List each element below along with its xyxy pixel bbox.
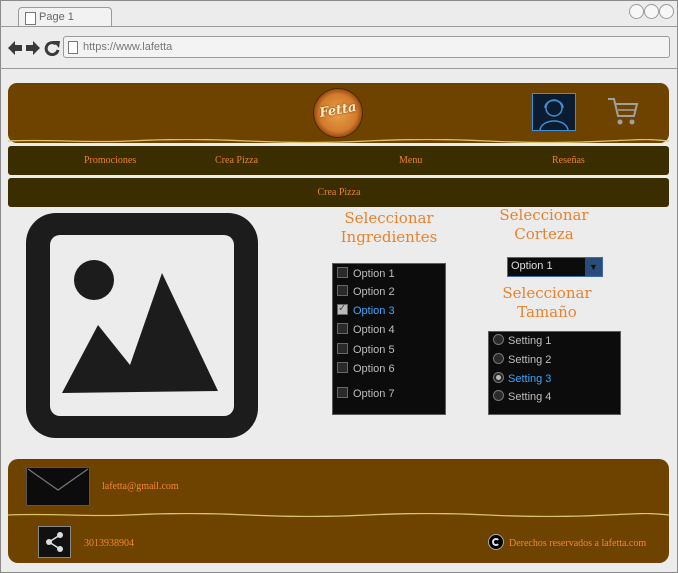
checkbox-icon[interactable] [337, 323, 348, 334]
nav-item-menu[interactable]: Menu [399, 155, 422, 166]
contact-phone: 3013938904 [84, 538, 134, 549]
size-option[interactable]: Setting 1 [493, 334, 551, 348]
mail-icon[interactable] [26, 467, 90, 506]
browser-tab[interactable]: Page 1 [18, 7, 112, 27]
header-wave-divider [8, 139, 669, 143]
chevron-down-icon[interactable]: ▼ [585, 258, 602, 276]
shopping-cart-icon[interactable] [606, 95, 640, 127]
footer-wave-divider [8, 513, 669, 517]
ingredient-option[interactable]: Option 5 [337, 343, 395, 357]
radio-icon[interactable] [493, 353, 504, 364]
pizza-logo[interactable]: Fetta [313, 88, 363, 138]
radio-icon[interactable] [493, 390, 504, 401]
page-icon [68, 41, 78, 54]
size-option[interactable]: Setting 4 [493, 390, 551, 404]
ingredients-heading-line-2: Ingredientes [340, 228, 438, 246]
reload-icon[interactable] [44, 41, 60, 56]
crust-heading-line-2: Corteza [514, 225, 574, 243]
size-radio-list: Setting 1 Setting 2 Setting 3 Setting 4 [488, 331, 621, 415]
address-bar[interactable]: https://www.lafetta [63, 36, 670, 58]
copyright-text: Derechos reservados a lafetta.com [509, 538, 647, 549]
share-icon[interactable] [38, 526, 71, 558]
size-heading-line-2: Tamaño [517, 303, 577, 321]
size-heading: Seleccionar Tamaño [497, 284, 597, 322]
logo-text: Fetta [318, 99, 358, 122]
radio-icon[interactable] [493, 334, 504, 345]
ingredient-option[interactable]: Option 2 [337, 285, 395, 299]
ingredient-option[interactable]: Option 4 [337, 323, 395, 337]
crust-select[interactable]: Option 1 ▼ [507, 257, 603, 277]
window-button-close[interactable] [659, 4, 674, 19]
crust-select-value: Option 1 [511, 260, 553, 272]
back-arrow-icon[interactable] [8, 41, 22, 55]
ingredients-heading-line-1: Seleccionar [344, 209, 434, 227]
size-option[interactable]: Setting 2 [493, 353, 551, 367]
section-title: Crea Pizza [317, 187, 361, 198]
image-placeholder-icon [26, 213, 258, 438]
ingredients-checkbox-list: Option 1 Option 2 Option 3 Option 4 Opti… [332, 263, 446, 415]
nav-item-resenas[interactable]: Reseñas [552, 155, 585, 166]
nav-item-crea-pizza[interactable]: Crea Pizza [215, 155, 258, 166]
tab-title: Page 1 [39, 11, 74, 23]
browser-nav-controls [8, 41, 60, 56]
nav-item-promociones[interactable]: Promociones [84, 155, 136, 166]
ingredient-option[interactable]: Option 3 [337, 302, 395, 318]
crust-heading: Seleccionar Corteza [494, 206, 594, 244]
toolbar-divider [0, 68, 678, 69]
ingredients-heading: Seleccionar Ingredientes [330, 209, 448, 247]
size-heading-line-1: Seleccionar [502, 284, 592, 302]
window-button-minimize[interactable] [629, 4, 644, 19]
ingredient-option[interactable]: Option 7 [337, 387, 395, 401]
checkbox-icon[interactable] [337, 343, 348, 354]
checkbox-icon[interactable] [337, 387, 348, 398]
crust-heading-line-1: Seleccionar [499, 206, 589, 224]
checkbox-checked-icon[interactable] [337, 302, 348, 316]
checkbox-icon[interactable] [337, 267, 348, 278]
user-avatar-icon[interactable] [532, 93, 576, 131]
radio-selected-icon[interactable] [493, 372, 504, 383]
copyright-icon [488, 534, 504, 550]
window-button-maximize[interactable] [644, 4, 659, 19]
size-option[interactable]: Setting 3 [493, 372, 551, 386]
checkbox-icon[interactable] [337, 362, 348, 373]
tab-divider [0, 26, 678, 27]
url-text: https://www.lafetta [83, 41, 173, 53]
forward-arrow-icon[interactable] [26, 41, 40, 55]
page-icon [25, 12, 36, 25]
checkbox-icon[interactable] [337, 285, 348, 296]
ingredient-option[interactable]: Option 6 [337, 362, 395, 376]
ingredient-option[interactable]: Option 1 [337, 267, 395, 281]
contact-email[interactable]: lafetta@gmail.com [102, 481, 179, 492]
